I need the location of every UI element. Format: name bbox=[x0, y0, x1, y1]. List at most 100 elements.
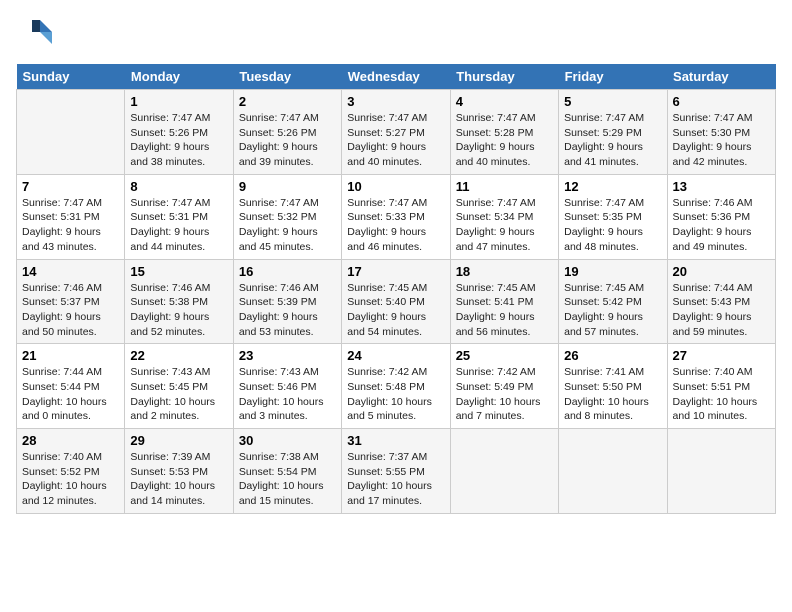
calendar-day: 11 Sunrise: 7:47 AM Sunset: 5:34 PM Dayl… bbox=[450, 174, 558, 259]
daylight-text: Daylight: 10 hours and 10 minutes. bbox=[673, 396, 758, 423]
daylight-text: Daylight: 10 hours and 7 minutes. bbox=[456, 396, 541, 423]
day-info: Sunrise: 7:47 AM Sunset: 5:35 PM Dayligh… bbox=[564, 196, 661, 255]
daylight-text: Daylight: 9 hours and 40 minutes. bbox=[456, 141, 535, 168]
logo-icon bbox=[16, 16, 56, 56]
daylight-text: Daylight: 9 hours and 49 minutes. bbox=[673, 226, 752, 253]
sunrise-text: Sunrise: 7:37 AM bbox=[347, 451, 427, 463]
calendar-day: 13 Sunrise: 7:46 AM Sunset: 5:36 PM Dayl… bbox=[667, 174, 775, 259]
sunset-text: Sunset: 5:51 PM bbox=[673, 381, 751, 393]
day-info: Sunrise: 7:46 AM Sunset: 5:39 PM Dayligh… bbox=[239, 281, 336, 340]
day-info: Sunrise: 7:39 AM Sunset: 5:53 PM Dayligh… bbox=[130, 450, 227, 509]
sunrise-text: Sunrise: 7:42 AM bbox=[347, 366, 427, 378]
sunrise-text: Sunrise: 7:45 AM bbox=[347, 282, 427, 294]
sunset-text: Sunset: 5:29 PM bbox=[564, 127, 642, 139]
calendar-header: Sunday Monday Tuesday Wednesday Thursday… bbox=[17, 64, 776, 90]
sunrise-text: Sunrise: 7:46 AM bbox=[130, 282, 210, 294]
sunrise-text: Sunrise: 7:46 AM bbox=[22, 282, 102, 294]
sunset-text: Sunset: 5:26 PM bbox=[130, 127, 208, 139]
sunset-text: Sunset: 5:40 PM bbox=[347, 296, 425, 308]
day-number: 25 bbox=[456, 348, 553, 363]
calendar-day: 10 Sunrise: 7:47 AM Sunset: 5:33 PM Dayl… bbox=[342, 174, 450, 259]
calendar-day: 20 Sunrise: 7:44 AM Sunset: 5:43 PM Dayl… bbox=[667, 259, 775, 344]
day-info: Sunrise: 7:47 AM Sunset: 5:34 PM Dayligh… bbox=[456, 196, 553, 255]
calendar-day: 18 Sunrise: 7:45 AM Sunset: 5:41 PM Dayl… bbox=[450, 259, 558, 344]
day-info: Sunrise: 7:37 AM Sunset: 5:55 PM Dayligh… bbox=[347, 450, 444, 509]
sunset-text: Sunset: 5:28 PM bbox=[456, 127, 534, 139]
day-number: 30 bbox=[239, 433, 336, 448]
header-row: Sunday Monday Tuesday Wednesday Thursday… bbox=[17, 64, 776, 90]
day-number: 7 bbox=[22, 179, 119, 194]
sunset-text: Sunset: 5:27 PM bbox=[347, 127, 425, 139]
sunset-text: Sunset: 5:42 PM bbox=[564, 296, 642, 308]
sunrise-text: Sunrise: 7:38 AM bbox=[239, 451, 319, 463]
calendar-body: 1 Sunrise: 7:47 AM Sunset: 5:26 PM Dayli… bbox=[17, 90, 776, 514]
header-monday: Monday bbox=[125, 64, 233, 90]
calendar-day: 23 Sunrise: 7:43 AM Sunset: 5:46 PM Dayl… bbox=[233, 344, 341, 429]
calendar-day bbox=[17, 90, 125, 175]
sunset-text: Sunset: 5:43 PM bbox=[673, 296, 751, 308]
header-thursday: Thursday bbox=[450, 64, 558, 90]
sunset-text: Sunset: 5:38 PM bbox=[130, 296, 208, 308]
day-info: Sunrise: 7:38 AM Sunset: 5:54 PM Dayligh… bbox=[239, 450, 336, 509]
daylight-text: Daylight: 9 hours and 44 minutes. bbox=[130, 226, 209, 253]
day-info: Sunrise: 7:47 AM Sunset: 5:26 PM Dayligh… bbox=[130, 111, 227, 170]
calendar-day bbox=[559, 429, 667, 514]
calendar-day: 25 Sunrise: 7:42 AM Sunset: 5:49 PM Dayl… bbox=[450, 344, 558, 429]
calendar-day: 31 Sunrise: 7:37 AM Sunset: 5:55 PM Dayl… bbox=[342, 429, 450, 514]
calendar-week-4: 21 Sunrise: 7:44 AM Sunset: 5:44 PM Dayl… bbox=[17, 344, 776, 429]
sunrise-text: Sunrise: 7:47 AM bbox=[130, 112, 210, 124]
daylight-text: Daylight: 9 hours and 52 minutes. bbox=[130, 311, 209, 338]
sunrise-text: Sunrise: 7:44 AM bbox=[673, 282, 753, 294]
calendar-day: 6 Sunrise: 7:47 AM Sunset: 5:30 PM Dayli… bbox=[667, 90, 775, 175]
sunrise-text: Sunrise: 7:46 AM bbox=[673, 197, 753, 209]
day-info: Sunrise: 7:41 AM Sunset: 5:50 PM Dayligh… bbox=[564, 365, 661, 424]
calendar-day: 7 Sunrise: 7:47 AM Sunset: 5:31 PM Dayli… bbox=[17, 174, 125, 259]
day-info: Sunrise: 7:42 AM Sunset: 5:48 PM Dayligh… bbox=[347, 365, 444, 424]
calendar-day: 30 Sunrise: 7:38 AM Sunset: 5:54 PM Dayl… bbox=[233, 429, 341, 514]
header-saturday: Saturday bbox=[667, 64, 775, 90]
daylight-text: Daylight: 9 hours and 57 minutes. bbox=[564, 311, 643, 338]
day-info: Sunrise: 7:47 AM Sunset: 5:32 PM Dayligh… bbox=[239, 196, 336, 255]
day-number: 15 bbox=[130, 264, 227, 279]
daylight-text: Daylight: 9 hours and 59 minutes. bbox=[673, 311, 752, 338]
day-number: 23 bbox=[239, 348, 336, 363]
sunset-text: Sunset: 5:55 PM bbox=[347, 466, 425, 478]
calendar-day bbox=[667, 429, 775, 514]
sunset-text: Sunset: 5:30 PM bbox=[673, 127, 751, 139]
sunrise-text: Sunrise: 7:43 AM bbox=[239, 366, 319, 378]
sunrise-text: Sunrise: 7:47 AM bbox=[456, 197, 536, 209]
sunrise-text: Sunrise: 7:45 AM bbox=[456, 282, 536, 294]
calendar-day: 17 Sunrise: 7:45 AM Sunset: 5:40 PM Dayl… bbox=[342, 259, 450, 344]
day-info: Sunrise: 7:47 AM Sunset: 5:33 PM Dayligh… bbox=[347, 196, 444, 255]
day-number: 8 bbox=[130, 179, 227, 194]
day-info: Sunrise: 7:45 AM Sunset: 5:42 PM Dayligh… bbox=[564, 281, 661, 340]
day-info: Sunrise: 7:47 AM Sunset: 5:29 PM Dayligh… bbox=[564, 111, 661, 170]
sunrise-text: Sunrise: 7:44 AM bbox=[22, 366, 102, 378]
sunset-text: Sunset: 5:36 PM bbox=[673, 211, 751, 223]
day-number: 2 bbox=[239, 94, 336, 109]
calendar-day: 28 Sunrise: 7:40 AM Sunset: 5:52 PM Dayl… bbox=[17, 429, 125, 514]
calendar-day: 8 Sunrise: 7:47 AM Sunset: 5:31 PM Dayli… bbox=[125, 174, 233, 259]
sunrise-text: Sunrise: 7:40 AM bbox=[22, 451, 102, 463]
sunset-text: Sunset: 5:54 PM bbox=[239, 466, 317, 478]
day-number: 11 bbox=[456, 179, 553, 194]
day-info: Sunrise: 7:47 AM Sunset: 5:31 PM Dayligh… bbox=[130, 196, 227, 255]
daylight-text: Daylight: 9 hours and 42 minutes. bbox=[673, 141, 752, 168]
daylight-text: Daylight: 10 hours and 14 minutes. bbox=[130, 480, 215, 507]
day-number: 26 bbox=[564, 348, 661, 363]
calendar-day: 12 Sunrise: 7:47 AM Sunset: 5:35 PM Dayl… bbox=[559, 174, 667, 259]
sunrise-text: Sunrise: 7:41 AM bbox=[564, 366, 644, 378]
calendar-day: 26 Sunrise: 7:41 AM Sunset: 5:50 PM Dayl… bbox=[559, 344, 667, 429]
day-number: 28 bbox=[22, 433, 119, 448]
day-number: 21 bbox=[22, 348, 119, 363]
sunset-text: Sunset: 5:44 PM bbox=[22, 381, 100, 393]
day-info: Sunrise: 7:47 AM Sunset: 5:26 PM Dayligh… bbox=[239, 111, 336, 170]
header-tuesday: Tuesday bbox=[233, 64, 341, 90]
sunrise-text: Sunrise: 7:47 AM bbox=[564, 112, 644, 124]
day-number: 6 bbox=[673, 94, 770, 109]
day-info: Sunrise: 7:43 AM Sunset: 5:46 PM Dayligh… bbox=[239, 365, 336, 424]
calendar-day: 19 Sunrise: 7:45 AM Sunset: 5:42 PM Dayl… bbox=[559, 259, 667, 344]
day-info: Sunrise: 7:43 AM Sunset: 5:45 PM Dayligh… bbox=[130, 365, 227, 424]
daylight-text: Daylight: 10 hours and 17 minutes. bbox=[347, 480, 432, 507]
sunrise-text: Sunrise: 7:47 AM bbox=[239, 197, 319, 209]
